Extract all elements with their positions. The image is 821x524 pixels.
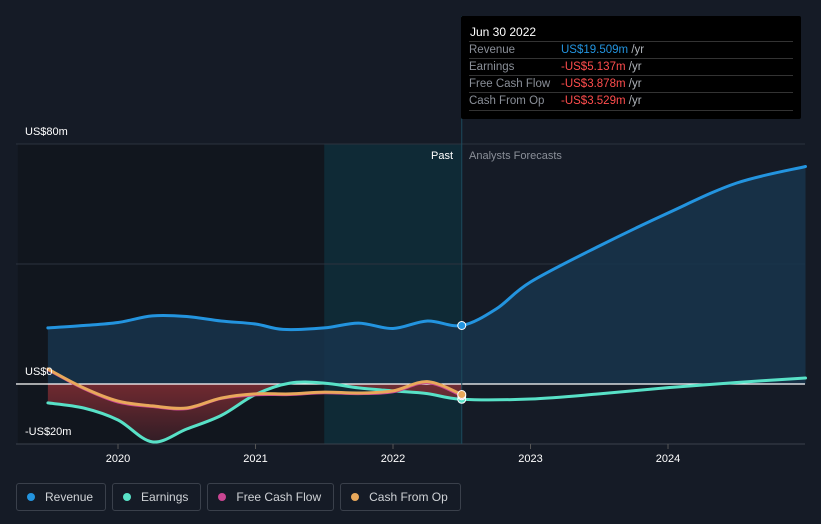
legend-free-cash-flow[interactable]: Free Cash Flow (207, 483, 335, 511)
legend-earnings[interactable]: Earnings (112, 483, 202, 511)
series-marker (457, 390, 467, 399)
revenue-dot-icon (27, 493, 35, 501)
x-tick-label: 2021 (243, 453, 267, 465)
tooltip-value: US$19.509m (561, 44, 629, 56)
series-marker (457, 321, 467, 330)
tooltip-unit: /yr (628, 95, 642, 107)
tooltip-unit: /yr (628, 61, 642, 73)
highlight-region (324, 144, 462, 444)
x-tick-label: 2023 (518, 453, 542, 465)
cfo-dot-icon (351, 493, 360, 501)
legend-cash-from-op[interactable]: Cash From Op (340, 483, 461, 511)
y-tick-label: US$80m (25, 126, 68, 138)
legend: Revenue Earnings Free Cash Flow Cash Fro… (16, 483, 461, 511)
legend-label: Cash From Op (369, 490, 448, 504)
fcf-dot-icon (218, 493, 227, 501)
tooltip-date: Jun 30 2022 (470, 25, 537, 39)
tooltip-row-revenue: Revenue US$19.509m /yr (469, 41, 793, 59)
legend-revenue[interactable]: Revenue (16, 483, 107, 511)
x-tick-label: 2020 (106, 453, 130, 465)
legend-label: Earnings (141, 490, 189, 504)
tooltip-unit: /yr (631, 44, 645, 56)
x-tick-label: 2024 (656, 453, 680, 465)
y-tick-label: US$0 (25, 366, 53, 378)
tooltip-label: Cash From Op (469, 95, 545, 107)
x-tick-label: 2022 (381, 453, 405, 465)
tooltip-value: -US$5.137m (561, 61, 626, 73)
tooltip-row-earnings: Earnings -US$5.137m /yr (469, 58, 793, 76)
y-tick-label: -US$20m (25, 426, 72, 438)
earnings-dot-icon (123, 493, 132, 501)
tooltip-row-cfo: Cash From Op -US$3.529m /yr (469, 92, 793, 111)
tooltip-label: Earnings (469, 61, 515, 73)
tooltip: Jun 30 2022 Revenue US$19.509m /yr Earnin… (461, 16, 801, 119)
tooltip-label: Revenue (469, 44, 516, 56)
legend-label: Revenue (45, 490, 94, 504)
past-label: Past (431, 150, 454, 162)
tooltip-row-fcf: Free Cash Flow -US$3.878m /yr (469, 75, 793, 93)
tooltip-value: -US$3.878m (561, 78, 626, 90)
forecast-label: Analysts Forecasts (469, 150, 562, 162)
tooltip-label: Free Cash Flow (469, 78, 551, 90)
tooltip-value: -US$3.529m (561, 95, 626, 107)
chart-container: 2020 2021 2022 2023 2024 US$80m US$0 -US$20m… (0, 0, 821, 524)
legend-label: Free Cash Flow (236, 490, 322, 504)
tooltip-unit: /yr (628, 78, 642, 90)
